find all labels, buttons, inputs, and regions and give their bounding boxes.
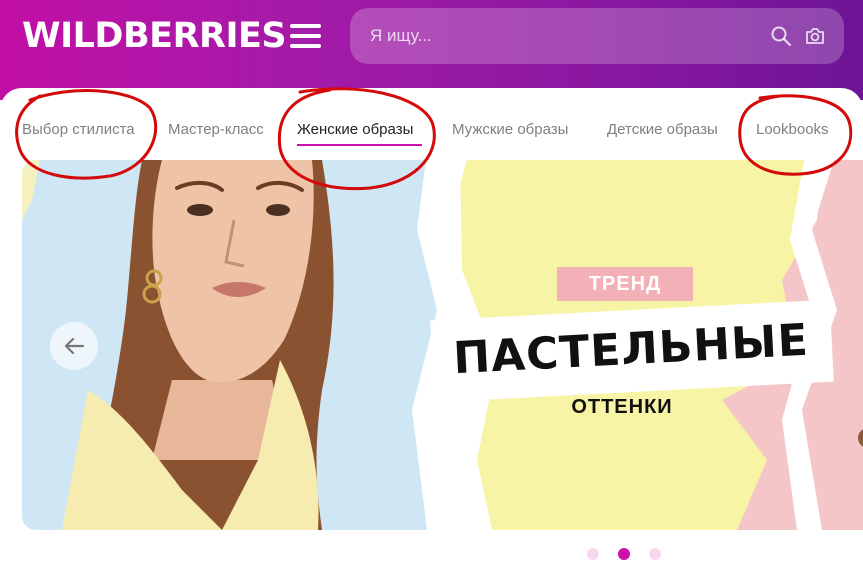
active-tab-underline <box>297 144 422 146</box>
camera-icon[interactable] <box>804 25 826 47</box>
header: WILDBERRIES <box>0 0 863 100</box>
trend-label: ТРЕНД <box>557 267 693 301</box>
carousel-dot-2[interactable] <box>618 548 630 560</box>
tab-women-looks[interactable]: Женские образы <box>297 120 413 140</box>
hamburger-menu-icon[interactable] <box>290 24 321 48</box>
carousel-dot-3[interactable] <box>649 548 661 560</box>
tab-stylist-choice[interactable]: Выбор стилиста <box>22 120 135 140</box>
promo-banner[interactable]: ТРЕНД ПАСТЕЛЬНЫЕ ОТТЕНКИ <box>22 160 863 530</box>
search-input[interactable] <box>370 8 750 64</box>
tab-lookbooks[interactable]: Lookbooks <box>756 120 829 140</box>
logo[interactable]: WILDBERRIES <box>22 14 287 58</box>
tab-kids-looks[interactable]: Детские образы <box>607 120 718 140</box>
carousel-dot-1[interactable] <box>587 548 599 560</box>
page: WILDBERRIES Выбор стилиста Мастер-класс … <box>0 0 863 576</box>
search-bar <box>350 8 844 64</box>
carousel-prev-button[interactable] <box>50 322 98 370</box>
banner-subtitle: ОТТЕНКИ <box>571 396 673 418</box>
tab-men-looks[interactable]: Мужские образы <box>452 120 568 140</box>
arrow-left-icon <box>64 337 85 355</box>
tab-master-class[interactable]: Мастер-класс <box>168 120 264 140</box>
search-icon[interactable] <box>770 25 792 47</box>
